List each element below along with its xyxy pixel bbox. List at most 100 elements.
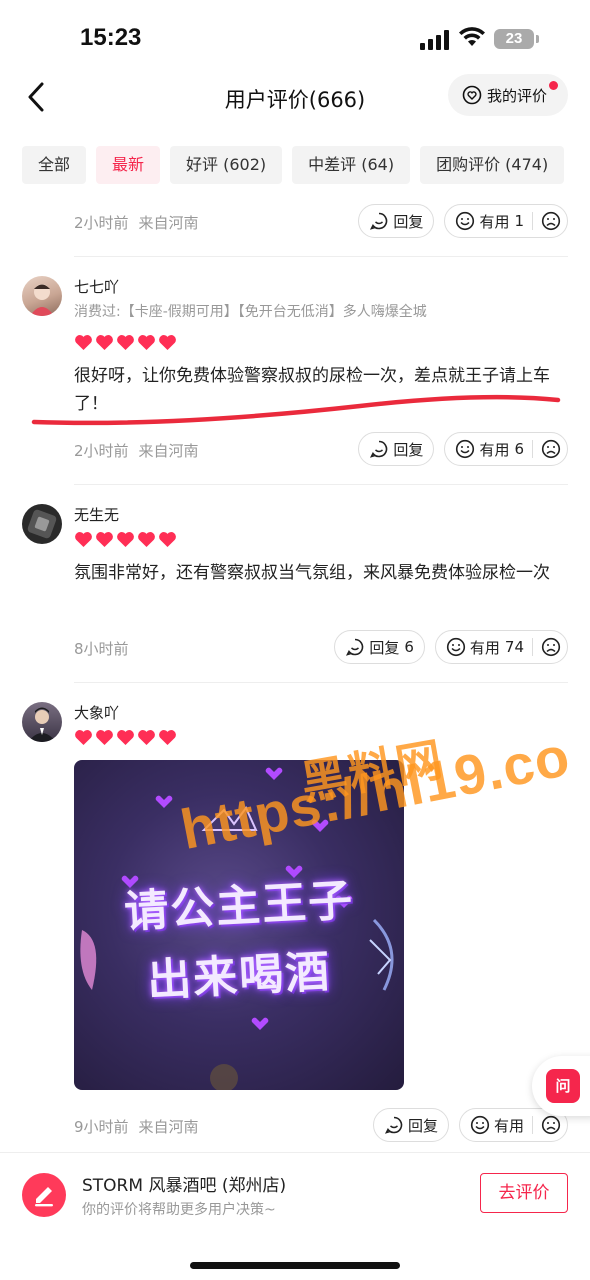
review-actions: 回复 有用 1	[358, 204, 568, 238]
tab-all[interactable]: 全部	[22, 146, 87, 184]
store-pen-icon	[22, 1173, 66, 1217]
bottom-bar: STORM 风暴酒吧 (郑州店) 你的评价将帮助更多用户决策~ 去评价	[0, 1152, 590, 1280]
pill-divider	[532, 638, 533, 656]
sad-icon[interactable]	[541, 1115, 561, 1135]
reply-button[interactable]: 回复	[358, 204, 435, 238]
sad-icon[interactable]	[541, 637, 561, 657]
heart-icon	[117, 730, 134, 746]
write-review-button[interactable]: 去评价	[480, 1173, 568, 1213]
heart-icon	[75, 335, 92, 351]
useful-count: 74	[504, 638, 524, 656]
rating-hearts	[74, 531, 177, 548]
heart-icon	[75, 532, 92, 548]
username[interactable]: 七七吖	[74, 276, 119, 297]
smile-icon	[456, 211, 475, 231]
heart-icon	[159, 532, 176, 548]
avatar[interactable]	[22, 504, 62, 544]
useful-count: 1	[514, 212, 524, 230]
home-indicator	[190, 1262, 400, 1269]
notification-dot	[549, 81, 558, 90]
my-review-label: 我的评价	[487, 86, 548, 105]
review-meta: 2小时前 来自河南	[74, 440, 199, 461]
ask-float-button[interactable]: 问	[532, 1056, 590, 1116]
reply-label: 回复	[407, 1116, 438, 1135]
reply-icon	[384, 1116, 403, 1134]
reply-icon	[370, 212, 388, 230]
useful-button[interactable]: 有用 1	[444, 204, 568, 238]
signal-icon	[420, 30, 450, 50]
rating-hearts	[74, 334, 177, 351]
heart-icon	[117, 335, 134, 351]
review-location: 来自河南	[138, 214, 199, 232]
review-text: 氛围非常好，还有警察叔叔当气氛组，来风暴免费体验尿检一次	[74, 563, 550, 583]
tab-latest[interactable]: 最新	[96, 146, 161, 184]
useful-button[interactable]: 有用 6	[444, 432, 568, 466]
review-separator	[74, 256, 568, 257]
useful-label: 有用	[493, 1116, 524, 1135]
review-meta: 8小时前	[74, 638, 129, 659]
username[interactable]: 无生无	[74, 504, 119, 525]
handdrawn-underline	[31, 394, 561, 426]
pill-divider	[532, 1116, 533, 1134]
rating-hearts	[74, 729, 177, 746]
reply-label: 回复	[393, 212, 424, 231]
useful-label: 有用	[469, 638, 500, 657]
review-time: 2小时前	[74, 214, 129, 232]
smile-icon	[470, 1115, 490, 1135]
review-time: 8小时前	[74, 640, 129, 658]
status-time: 15:23	[80, 24, 142, 51]
heart-icon	[159, 335, 176, 351]
review-meta: 2小时前 来自河南	[74, 212, 199, 233]
review-time: 9小时前	[74, 1118, 129, 1136]
review-separator	[74, 484, 568, 485]
heart-icon	[138, 335, 155, 351]
ask-icon: 问	[546, 1069, 580, 1103]
review-time: 2小时前	[74, 442, 129, 460]
heart-icon	[96, 730, 113, 746]
review-photo[interactable]: 请公主王子 出来喝酒	[74, 760, 404, 1090]
tab-negative[interactable]: 中差评 (64)	[292, 146, 411, 184]
useful-label: 有用	[479, 212, 510, 231]
pill-divider	[532, 212, 533, 230]
heart-icon	[159, 730, 176, 746]
useful-label: 有用	[479, 440, 510, 459]
reply-button[interactable]: 回复 6	[334, 630, 425, 664]
useful-button[interactable]: 有用 74	[434, 630, 568, 664]
heart-icon	[138, 730, 155, 746]
sad-icon[interactable]	[541, 439, 561, 459]
useful-count: 6	[514, 440, 524, 458]
avatar[interactable]	[22, 276, 62, 316]
status-bar: 15:23 23	[0, 0, 590, 70]
heart-icon	[117, 532, 134, 548]
tab-positive[interactable]: 好评 (602)	[170, 146, 283, 184]
nav-bar: 用户评价(666) 我的评价	[0, 70, 590, 126]
consumed-package[interactable]: 消费过:【卡座-假期可用】【免开台无低消】多人嗨爆全城	[74, 301, 427, 321]
review-actions: 回复 有用 6	[358, 432, 568, 466]
review-meta: 9小时前 来自河南	[74, 1116, 199, 1137]
filter-tabs: 全部 最新 好评 (602) 中差评 (64) 团购评价 (474)	[22, 146, 565, 184]
username[interactable]: 大象吖	[74, 702, 119, 723]
review-separator	[74, 682, 568, 683]
reply-label: 回复	[369, 638, 400, 657]
reply-button[interactable]: 回复	[372, 1108, 449, 1142]
heart-icon	[138, 532, 155, 548]
sad-icon[interactable]	[541, 211, 561, 231]
review-location: 来自河南	[138, 1118, 199, 1136]
store-name: STORM 风暴酒吧 (郑州店)	[82, 1176, 287, 1196]
review-actions: 回复 6 有用 74	[334, 630, 568, 664]
tab-groupbuy[interactable]: 团购评价 (474)	[420, 146, 565, 184]
heart-icon	[75, 730, 92, 746]
heart-icon	[96, 532, 113, 548]
reply-icon	[346, 638, 364, 656]
review-actions: 回复 有用	[372, 1108, 568, 1142]
avatar[interactable]	[22, 702, 62, 742]
heart-chat-icon	[462, 85, 482, 105]
reply-button[interactable]: 回复	[358, 432, 435, 466]
my-review-button[interactable]: 我的评价	[448, 74, 568, 116]
heart-icon	[96, 335, 113, 351]
reply-count: 6	[404, 638, 414, 656]
reply-label: 回复	[393, 440, 424, 459]
pill-divider	[532, 440, 533, 458]
reply-icon	[370, 440, 388, 458]
store-subtitle: 你的评价将帮助更多用户决策~	[82, 1202, 276, 1218]
